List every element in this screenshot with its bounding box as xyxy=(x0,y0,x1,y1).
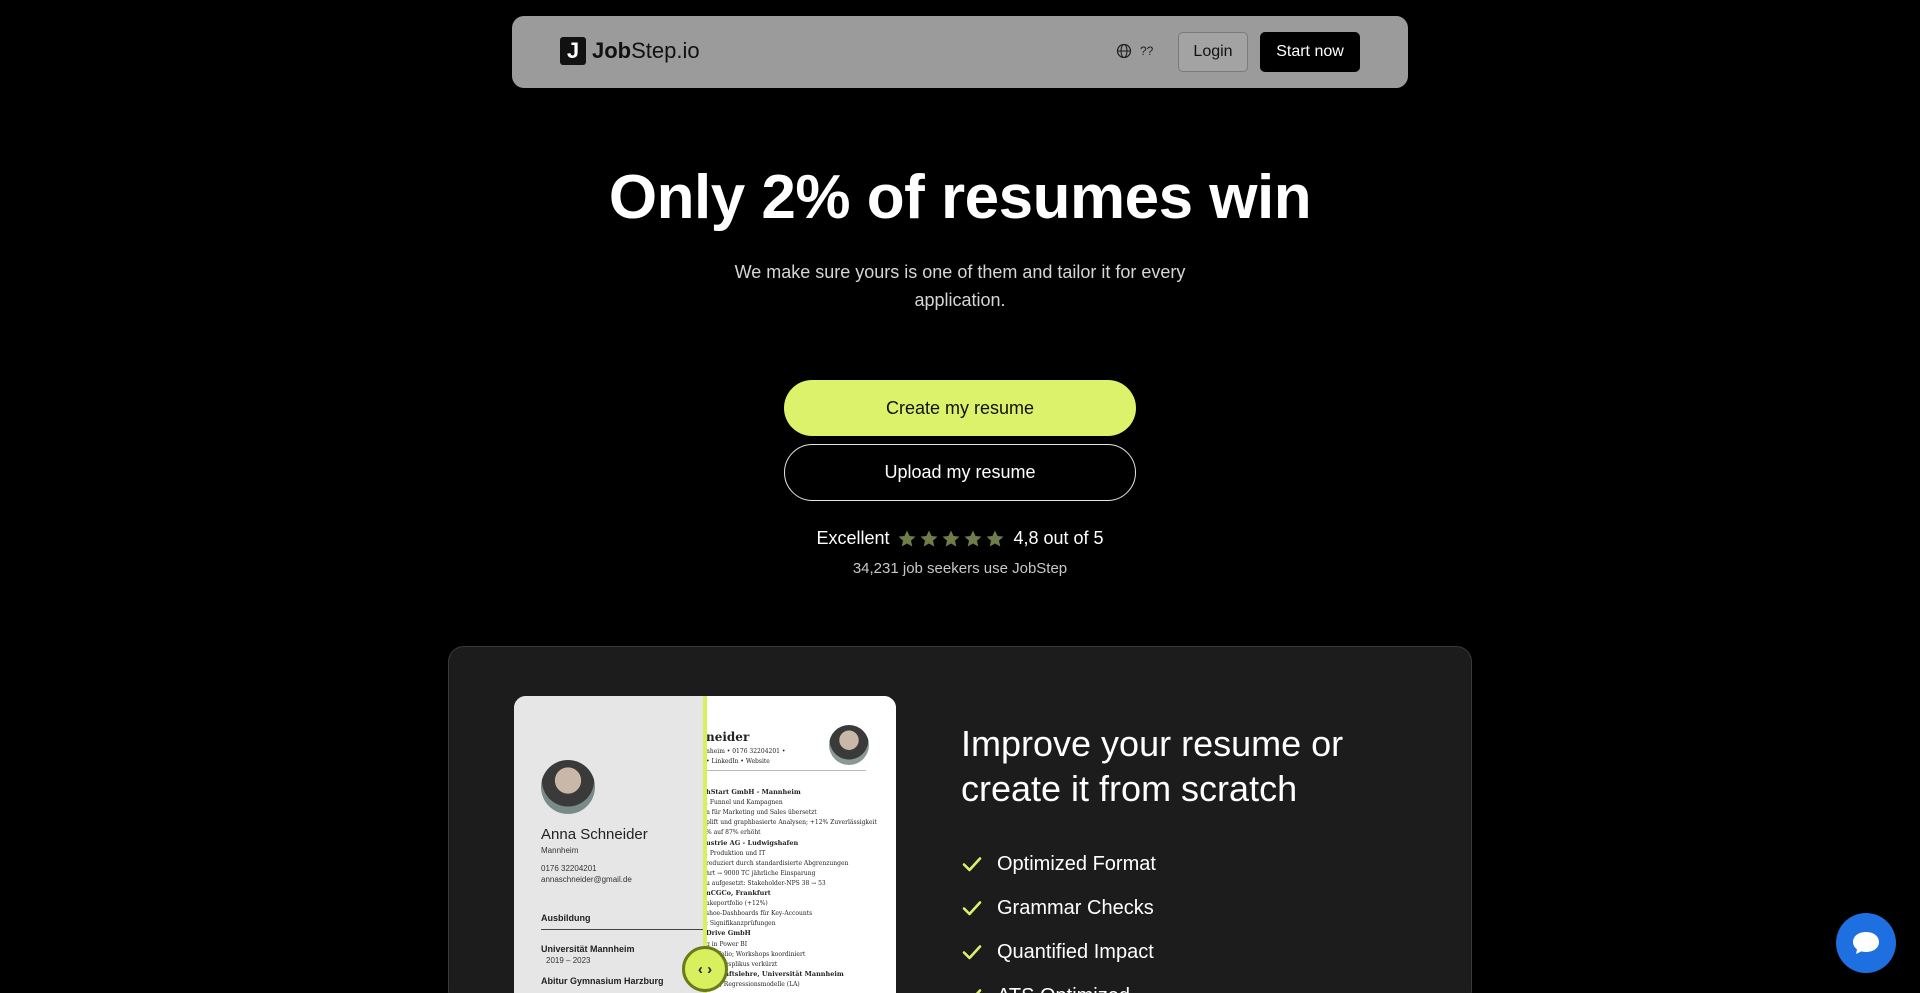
chat-launcher-button[interactable] xyxy=(1836,913,1896,973)
star-icon xyxy=(986,530,1004,546)
resume-after-line: Drive GmbH xyxy=(706,929,751,938)
feature-card: Anna Schneider Mannheim 0176 32204201 an… xyxy=(448,646,1472,993)
resume-after-divider xyxy=(706,770,866,771)
resume-university: Universität Mannheim xyxy=(541,944,635,954)
check-icon xyxy=(962,945,982,960)
resume-after-name: neider xyxy=(706,730,750,744)
language-label: ?? xyxy=(1140,44,1154,58)
rating-word: Excellent xyxy=(816,528,890,548)
logo[interactable]: J JobStep.io xyxy=(560,37,700,65)
rating-text: 4,8 out of 5 xyxy=(1013,528,1104,548)
resume-after-line: ; Signifikanzprüfungen xyxy=(706,920,776,928)
logo-mark-icon: J xyxy=(560,37,586,65)
star-icon xyxy=(920,530,938,546)
resume-after-line: reduziert durch standardisierte Abgrenzu… xyxy=(706,859,849,867)
star-icon xyxy=(942,530,960,546)
resume-after-line: , Produktion und IT xyxy=(706,849,766,857)
globe-icon xyxy=(1116,43,1132,59)
resume-name: Anna Schneider xyxy=(541,826,648,843)
feature-item-label: ATS Optimized xyxy=(997,985,1130,993)
resume-after-line: % auf 87% erhöht xyxy=(706,829,761,837)
resume-after-line: , Funnel und Kampagnen xyxy=(706,799,783,807)
feature-item: Optimized Format xyxy=(961,842,1156,886)
rating-summary: Excellent 4,8 out of 5 xyxy=(0,528,1920,549)
resume-after-line: akeportfolio (+12%) xyxy=(706,900,768,908)
avatar xyxy=(829,725,869,765)
feature-title: Improve your resume or create it from sc… xyxy=(961,723,1344,809)
resume-after-links: • LinkedIn • Website xyxy=(706,758,770,765)
chat-bubble-icon xyxy=(1853,932,1879,954)
login-button[interactable]: Login xyxy=(1178,32,1248,72)
feature-item-label: Quantified Impact xyxy=(997,940,1154,963)
resume-after-line: plift und graphbasierte Analysen; +12% Z… xyxy=(706,819,877,827)
resume-city: Mannheim xyxy=(541,846,579,855)
avatar xyxy=(541,760,595,814)
compare-slider-handle[interactable]: ‹ › xyxy=(682,946,728,992)
resume-after-line: hStart GmbH - Mannheim xyxy=(706,788,801,796)
feature-item: Quantified Impact xyxy=(961,930,1156,974)
star-icon xyxy=(898,530,916,546)
start-now-button[interactable]: Start now xyxy=(1260,32,1360,72)
resume-after-line: hrt → 9000 TC jährliche Einsparung xyxy=(706,869,816,877)
resume-school: Abitur Gymnasium Harzburg xyxy=(541,976,664,986)
check-icon xyxy=(962,857,982,872)
resume-after-contact: nheim • 0176 32204201 • xyxy=(706,748,786,755)
rating-stars xyxy=(897,529,1005,549)
resume-after-line: u aufgesetzt: Stakeholder-NPS 38 → 53 xyxy=(706,879,826,887)
resume-section-heading: Ausbildung xyxy=(541,913,591,923)
resume-after-line: n für Marketing und Sales übersetzt xyxy=(706,809,817,817)
create-resume-button[interactable]: Create my resume xyxy=(784,380,1136,436)
logo-text: JobStep.io xyxy=(592,38,700,63)
hero-title: Only 2% of resumes win xyxy=(608,163,1312,232)
feature-item-label: Optimized Format xyxy=(997,852,1156,875)
resume-after-line: nCGCo, Frankfurt xyxy=(706,889,771,897)
user-count-text: 34,231 job seekers use JobStep xyxy=(852,560,1068,577)
resume-divider xyxy=(541,929,706,930)
resume-after-line: shoe-Dashboards für Key-Accounts xyxy=(706,910,813,918)
resume-after-line: ustrie AG - Ludwigshafen xyxy=(706,838,799,847)
star-icon xyxy=(964,530,982,546)
resume-comparison-preview: Anna Schneider Mannheim 0176 32204201 an… xyxy=(514,696,896,993)
resume-phone: 0176 32204201 xyxy=(541,864,597,873)
resume-uni-years: 2019 – 2023 xyxy=(546,956,591,965)
feature-item: ATS Optimized xyxy=(961,974,1156,993)
top-navbar: J JobStep.io ?? Login Start now xyxy=(512,16,1408,88)
check-icon xyxy=(962,901,982,916)
language-selector[interactable]: ?? xyxy=(1116,43,1153,59)
resume-before: Anna Schneider Mannheim 0176 32204201 an… xyxy=(514,696,706,993)
upload-resume-button[interactable]: Upload my resume xyxy=(784,444,1136,501)
hero-subtitle: We make sure yours is one of them and ta… xyxy=(734,262,1186,310)
feature-item-label: Grammar Checks xyxy=(997,896,1154,919)
feature-item: Grammar Checks xyxy=(961,886,1156,930)
resume-email: annaschneider@gmail.de xyxy=(541,875,632,884)
resume-after: neider nheim • 0176 32204201 • • LinkedI… xyxy=(706,696,896,993)
feature-list: Optimized Format Grammar Checks Quantified… xyxy=(961,842,1156,993)
check-icon xyxy=(975,989,982,993)
